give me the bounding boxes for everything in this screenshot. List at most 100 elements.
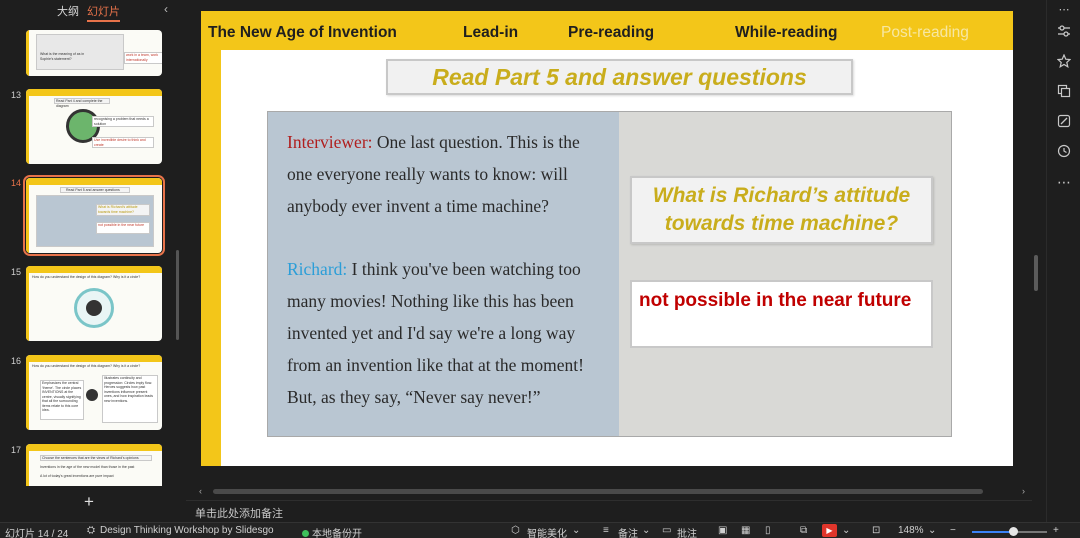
chevron-down-icon[interactable]: ⌄ <box>928 525 936 536</box>
slide-canvas[interactable]: The New Age of Invention Lead-in Pre-rea… <box>201 11 1013 466</box>
slide-thumbnail-16[interactable]: How do you understand the design of this… <box>26 355 162 430</box>
backup-label: 本地备份开 <box>312 529 362 538</box>
slide-thumbnail-12[interactable]: What is the meaning of as in Sophie's st… <box>26 30 162 76</box>
adjust-icon[interactable] <box>1056 24 1072 40</box>
content-frame: Interviewer: One last question. This is … <box>267 111 952 437</box>
canvas-horizontal-scrollbar[interactable] <box>213 489 983 494</box>
slide-number: 14 <box>11 178 22 188</box>
interviewer-paragraph: Interviewer: One last question. This is … <box>287 126 603 222</box>
slide-counter: 幻灯片 14 / 24 <box>5 529 69 538</box>
presenter-view-icon[interactable]: ⧉ <box>800 525 807 536</box>
thumb-title: Read Part 4 and complete the diagram <box>56 99 103 108</box>
scroll-right-icon[interactable]: › <box>1022 486 1025 496</box>
slide-thumbnail-17[interactable]: Choose the sentences that are the views … <box>26 444 162 486</box>
theme-name[interactable]: Design Thinking Workshop by Slidesgo <box>100 525 274 536</box>
backup-status[interactable]: 本地备份开 <box>302 525 362 538</box>
thumb-text: A lot of today's great inventions are pu… <box>40 474 114 478</box>
slide-thumbnail-15[interactable]: How do you understand the design of this… <box>26 266 162 341</box>
thumbnail-scrollbar[interactable] <box>176 250 179 340</box>
slide-sidebar-stripe <box>201 50 221 466</box>
thumb-text: Emphasizes the central 'theme'. The circ… <box>42 381 82 412</box>
layers-icon[interactable] <box>1056 84 1072 100</box>
slide-title-box[interactable]: Read Part 5 and answer questions <box>386 59 853 95</box>
play-slideshow-icon[interactable]: ▶ <box>822 524 837 537</box>
nav-while-reading[interactable]: While-reading <box>735 24 837 42</box>
thumb-text: recognising a problem that needs a solut… <box>94 117 149 126</box>
thumb-text: not possible in the near future <box>98 223 145 227</box>
answer-box[interactable]: not possible in the near future <box>630 280 933 348</box>
chevron-down-icon[interactable]: ⌄ <box>842 525 850 536</box>
theme-icon[interactable]: ⛭ <box>87 525 95 536</box>
thumb-sidebar <box>26 185 29 253</box>
thumb-sidebar <box>26 30 29 76</box>
collapse-panel-icon[interactable]: ‹ <box>160 2 172 16</box>
smart-beautify-button[interactable]: 智能美化 <box>527 525 567 538</box>
zoom-slider-handle[interactable] <box>1008 527 1018 536</box>
slide-number: 17 <box>11 445 22 455</box>
slide-number: 15 <box>11 267 22 277</box>
thumb-sidebar <box>26 451 29 486</box>
thumb-text: Inventions in the age of the new model t… <box>40 465 135 469</box>
richard-paragraph: Richard: I think you've been watching to… <box>287 253 603 413</box>
reading-view-icon[interactable]: ▯ <box>765 525 771 536</box>
thumb-text-panel <box>36 195 154 247</box>
more-icon[interactable]: ⋯ <box>1056 174 1072 190</box>
thumb-topbar <box>26 89 162 96</box>
thumb-center-icon <box>86 300 102 316</box>
canvas-vertical-scrollbar[interactable] <box>1034 255 1038 291</box>
thumb-title: Choose the sentences that are the views … <box>42 456 139 460</box>
chevron-down-icon[interactable]: ⌄ <box>642 525 650 536</box>
fit-window-icon[interactable]: ⊡ <box>872 525 880 536</box>
more-top-icon[interactable]: ⋯ <box>1056 2 1072 18</box>
thumb-text: Use incredible desire to think and creat… <box>94 138 146 147</box>
notes-area[interactable]: 单击此处添加备注 <box>186 500 1032 522</box>
zoom-in-icon[interactable]: + <box>1053 525 1059 536</box>
slide-thumbnail-14[interactable]: Read Part 5 and answer questions What is… <box>23 175 165 256</box>
zoom-level[interactable]: 148% <box>898 525 924 536</box>
tab-outline[interactable]: 大纲 <box>57 3 79 19</box>
status-bar: 幻灯片 14 / 24 ⛭ Design Thinking Workshop b… <box>0 522 1080 538</box>
slide-title: Read Part 5 and answer questions <box>432 64 807 90</box>
normal-view-icon[interactable]: ▣ <box>718 525 727 536</box>
comments-button[interactable]: 批注 <box>677 525 697 538</box>
tab-slides[interactable]: 幻灯片 <box>87 3 120 22</box>
reading-text-panel[interactable]: Interviewer: One last question. This is … <box>268 112 619 436</box>
answer-text: not possible in the near future <box>639 290 912 311</box>
panel-tabs: 大纲 幻灯片 ‹ <box>0 0 182 22</box>
thumb-topbar <box>26 266 162 273</box>
nav-pre-reading[interactable]: Pre-reading <box>568 24 654 42</box>
thumb-center-icon <box>86 389 98 401</box>
notes-placeholder: 单击此处添加备注 <box>195 508 283 520</box>
richard-text: I think you've been watching too many mo… <box>287 259 584 407</box>
beautify-icon: ⬡ <box>511 525 520 536</box>
richard-label: Richard: <box>287 259 348 279</box>
nav-lead-in[interactable]: Lead-in <box>463 24 518 42</box>
chevron-down-icon[interactable]: ⌄ <box>572 525 580 536</box>
nav-the-new-age-of-invention[interactable]: The New Age of Invention <box>208 24 397 42</box>
slide-thumbnail-13[interactable]: Read Part 4 and complete the diagram rec… <box>26 89 162 164</box>
slide-nav-bar: The New Age of Invention Lead-in Pre-rea… <box>201 11 1013 50</box>
scroll-left-icon[interactable]: ‹ <box>199 486 202 496</box>
notes-toggle-button[interactable]: 备注 <box>618 525 638 538</box>
nav-post-reading[interactable]: Post-reading <box>881 24 969 42</box>
star-icon[interactable] <box>1056 53 1072 70</box>
zoom-slider-fill <box>972 531 1014 533</box>
thumb-sidebar <box>26 96 29 164</box>
backup-status-icon <box>302 530 309 537</box>
add-slide-button[interactable]: + <box>84 492 94 512</box>
slide-number: 16 <box>11 356 22 366</box>
history-icon[interactable] <box>1056 144 1072 160</box>
grid-view-icon[interactable]: ▦ <box>741 525 750 536</box>
slide-panel: 大纲 幻灯片 ‹ What is the meaning of as in So… <box>0 0 182 522</box>
app-window: 大纲 幻灯片 ‹ What is the meaning of as in So… <box>0 0 1080 538</box>
thumb-text: What is the meaning of as in Sophie's st… <box>40 52 85 61</box>
thumb-answer: work in a team, work internationally <box>126 53 159 62</box>
question-box[interactable]: What is Richard’s attitude towards time … <box>630 176 933 244</box>
zoom-slider[interactable] <box>972 527 1047 536</box>
comment-icon: ▭ <box>662 525 672 536</box>
thumb-sidebar <box>26 273 29 341</box>
thumb-topbar <box>26 444 162 451</box>
zoom-out-icon[interactable]: − <box>950 525 956 536</box>
thumb-topbar <box>26 355 162 362</box>
edit-image-icon[interactable] <box>1056 114 1072 130</box>
